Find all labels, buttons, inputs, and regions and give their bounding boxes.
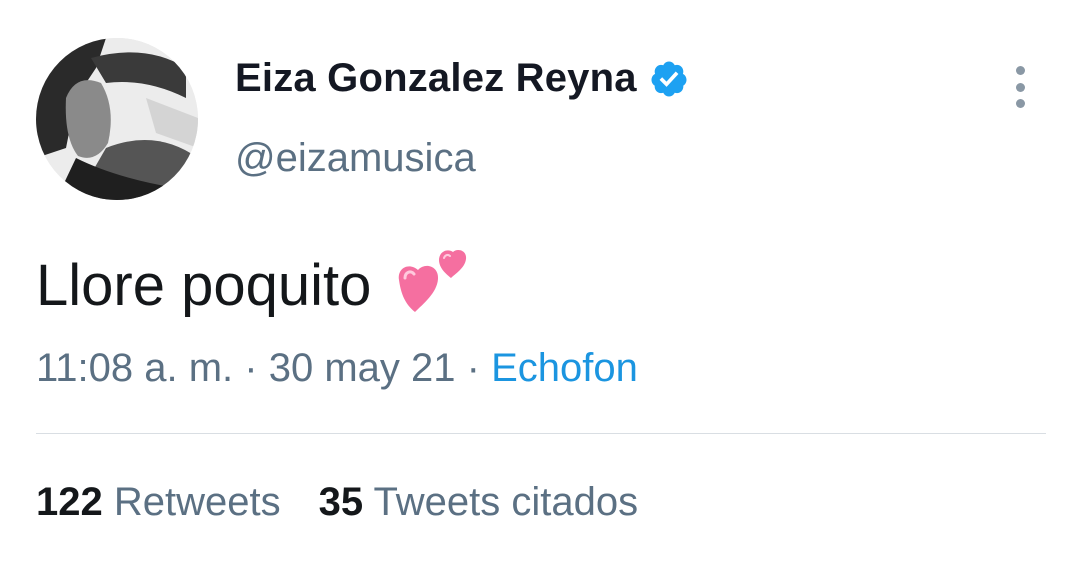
more-options-icon[interactable]: [1008, 66, 1032, 108]
meta-separator: ·: [244, 346, 258, 390]
author-handle[interactable]: @eizamusica: [235, 136, 476, 181]
avatar-image: [36, 38, 198, 200]
quotes-label: Tweets citados: [373, 480, 639, 524]
tweet-source-link[interactable]: Echofon: [491, 346, 638, 390]
more-dot: [1015, 99, 1025, 108]
more-dot: [1015, 82, 1025, 92]
tweet-detail: Eiza Gonzalez Reyna @eizamusica Llore po…: [0, 0, 1080, 561]
tweet-time: 11:08 a. m.: [36, 346, 234, 390]
author-name-row: Eiza Gonzalez Reyna: [235, 56, 689, 101]
tweet-date[interactable]: 30 may 21: [269, 346, 456, 390]
verified-badge-icon: [651, 61, 687, 96]
tweet-stats: 122 Retweets 35 Tweets citados: [36, 480, 638, 525]
retweets-label: Retweets: [113, 480, 281, 524]
retweets-stat[interactable]: 122 Retweets: [36, 480, 281, 524]
display-name[interactable]: Eiza Gonzalez Reyna: [235, 56, 637, 101]
two-hearts-icon: [399, 250, 467, 312]
tweet-meta: 11:08 a. m. · 30 may 21 · Echofon: [36, 346, 638, 391]
meta-separator: ·: [466, 346, 480, 390]
tweet-body: Llore poquito: [36, 248, 469, 322]
tweet-text: Llore poquito: [36, 252, 372, 318]
retweets-count: 122: [36, 480, 103, 524]
quotes-count: 35: [318, 480, 364, 524]
avatar[interactable]: [36, 38, 198, 200]
quotes-stat[interactable]: 35 Tweets citados: [319, 480, 638, 524]
more-dot: [1015, 66, 1025, 75]
divider: [36, 433, 1046, 434]
